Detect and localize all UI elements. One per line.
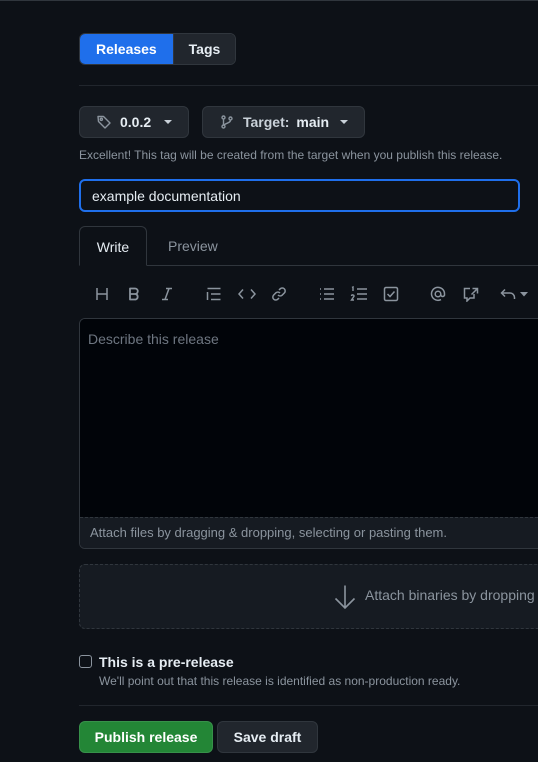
- target-label: Target:: [243, 114, 290, 130]
- prerelease-note: We'll point out that this release is ide…: [99, 674, 461, 688]
- undo-icon[interactable]: [498, 284, 532, 304]
- attach-files-bar[interactable]: Attach files by dragging & dropping, sel…: [80, 517, 538, 548]
- code-icon[interactable]: [237, 284, 257, 304]
- cross-reference-icon[interactable]: [461, 284, 481, 304]
- divider: [79, 705, 538, 706]
- releases-tags-switch: Releases Tags: [79, 33, 236, 65]
- binaries-dropzone[interactable]: Attach binaries by dropping: [79, 564, 538, 629]
- tab-write[interactable]: Write: [79, 226, 147, 266]
- save-draft-button[interactable]: Save draft: [217, 721, 318, 753]
- publish-release-button[interactable]: Publish release: [79, 721, 213, 753]
- tag-icon: [97, 115, 111, 129]
- target-picker-button[interactable]: Target: main: [202, 106, 365, 138]
- tab-tags[interactable]: Tags: [173, 34, 235, 64]
- tag-picker-button[interactable]: 0.0.2: [79, 106, 189, 138]
- divider: [79, 85, 538, 86]
- numbered-list-icon[interactable]: [349, 284, 369, 304]
- release-notes-editor: Attach files by dragging & dropping, sel…: [79, 318, 538, 549]
- tab-releases[interactable]: Releases: [80, 34, 173, 64]
- tag-value: 0.0.2: [120, 114, 152, 130]
- release-title-input[interactable]: [79, 179, 520, 212]
- bold-icon[interactable]: [124, 284, 144, 304]
- italic-icon[interactable]: [157, 284, 177, 304]
- quote-icon[interactable]: [204, 284, 224, 304]
- task-list-icon[interactable]: [381, 284, 401, 304]
- top-border: [0, 0, 538, 1]
- tab-preview[interactable]: Preview: [168, 226, 218, 266]
- arrow-down-icon: [334, 585, 356, 610]
- binaries-dropzone-text: Attach binaries by dropping: [365, 587, 535, 603]
- caret-down-icon: [164, 120, 173, 124]
- mention-icon[interactable]: [428, 284, 448, 304]
- tag-creation-note: Excellent! This tag will be created from…: [79, 148, 503, 162]
- prerelease-label[interactable]: This is a pre-release: [99, 654, 234, 670]
- caret-down-icon: [340, 120, 349, 124]
- bulleted-list-icon[interactable]: [317, 284, 337, 304]
- link-icon[interactable]: [269, 284, 289, 304]
- editor-tabs: Write Preview: [79, 226, 538, 266]
- prerelease-checkbox[interactable]: [79, 655, 92, 668]
- branch-icon: [221, 115, 233, 129]
- release-description-textarea[interactable]: [80, 319, 538, 518]
- target-value: main: [296, 114, 330, 130]
- heading-icon[interactable]: [92, 284, 112, 304]
